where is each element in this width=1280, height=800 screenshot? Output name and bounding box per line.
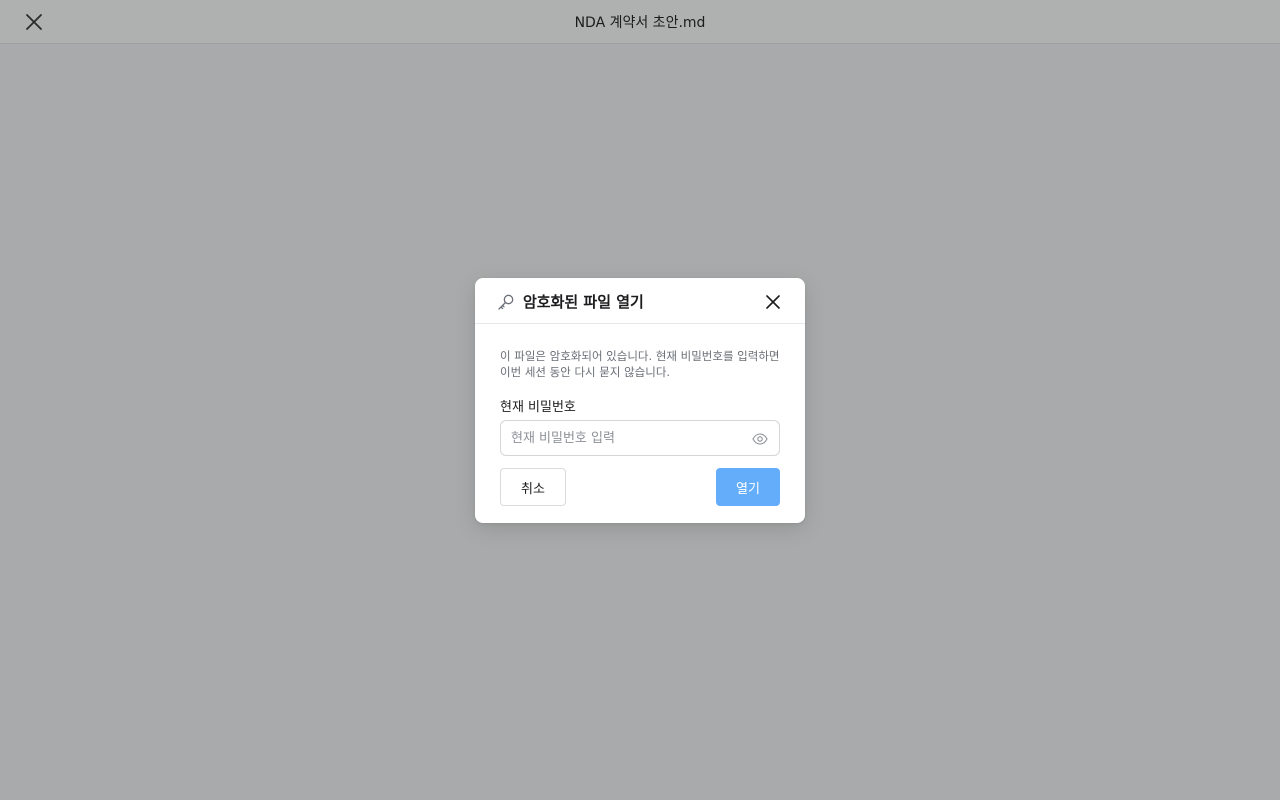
cancel-button[interactable]: 취소 xyxy=(500,468,566,506)
encrypted-file-dialog: 암호화된 파일 열기 이 파일은 암호화되어 있습니다. 현재 비밀번호를 입력… xyxy=(475,278,805,523)
title-bar: NDA 계약서 초안.md xyxy=(0,0,1280,44)
key-icon xyxy=(498,294,514,310)
dialog-close-button[interactable] xyxy=(763,292,783,312)
password-input[interactable] xyxy=(511,421,743,455)
document-title: NDA 계약서 초안.md xyxy=(574,15,706,31)
password-field xyxy=(500,420,780,456)
eye-icon xyxy=(752,433,768,445)
dialog-title: 암호화된 파일 열기 xyxy=(523,293,644,311)
password-label: 현재 비밀번호 xyxy=(500,400,576,415)
dialog-header: 암호화된 파일 열기 xyxy=(475,278,805,324)
show-password-toggle[interactable] xyxy=(751,430,769,448)
open-button[interactable]: 열기 xyxy=(716,468,780,506)
dialog-description: 이 파일은 암호화되어 있습니다. 현재 비밀번호를 입력하면 이번 세션 동안… xyxy=(500,349,780,379)
close-icon xyxy=(766,295,780,309)
